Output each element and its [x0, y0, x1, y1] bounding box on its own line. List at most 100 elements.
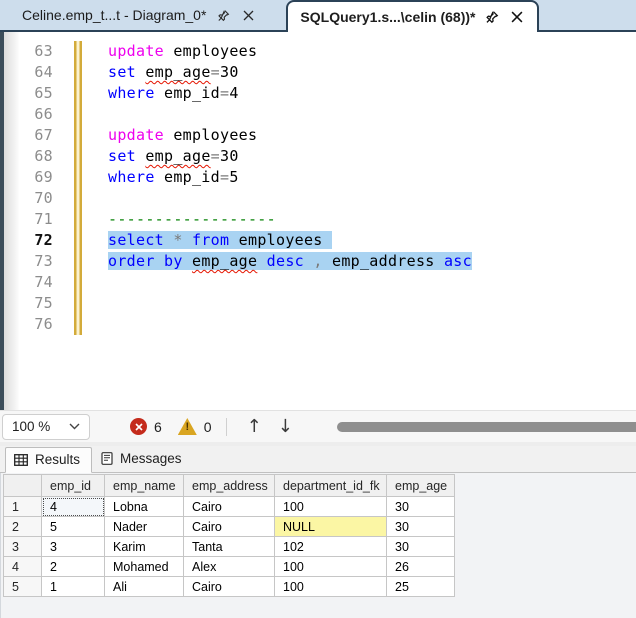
grid-cell[interactable]: 30: [386, 516, 455, 537]
tab-diagram[interactable]: Celine.emp_t...t - Diagram_0*: [10, 0, 268, 30]
grid-cell[interactable]: 1: [41, 576, 105, 597]
grid-row-header[interactable]: 1: [3, 496, 42, 517]
code-area[interactable]: 63 update employees 64 set emp_age=30 65 wher…: [0, 41, 636, 335]
grid-column-header[interactable]: emp_id: [41, 474, 105, 497]
grid-cell[interactable]: Tanta: [183, 536, 275, 557]
code-line[interactable]: 76: [0, 314, 636, 335]
code-line-text: set emp_age=30: [108, 63, 239, 81]
code-line[interactable]: 72 select * from employees: [0, 230, 636, 251]
code-line[interactable]: 67 update employees: [0, 125, 636, 146]
editor-status-toolbar: 100 % 6 ! 0 ↑ ↓: [0, 410, 636, 442]
code-line-text: set emp_age=30: [108, 147, 239, 165]
document-tabstrip: Celine.emp_t...t - Diagram_0* SQLQuery1.…: [0, 0, 636, 32]
code-line[interactable]: 74: [0, 272, 636, 293]
grid-cell[interactable]: Alex: [183, 556, 275, 577]
tab-diagram-title: Celine.emp_t...t - Diagram_0*: [22, 7, 207, 23]
line-number: 69: [34, 168, 53, 186]
warning-indicator[interactable]: ! 0: [177, 418, 212, 435]
grid-cell[interactable]: 26: [386, 556, 455, 577]
tab-messages-label: Messages: [120, 451, 182, 466]
grid-cell[interactable]: 2: [41, 556, 105, 577]
next-arrow-button[interactable]: ↓: [270, 416, 301, 437]
grid-cell[interactable]: NULL: [274, 516, 387, 537]
results-grid: emp_id emp_name emp_address department_id_f…: [3, 474, 455, 597]
grid-column-header[interactable]: emp_name: [104, 474, 184, 497]
code-line[interactable]: 64 set emp_age=30: [0, 62, 636, 83]
close-icon[interactable]: [240, 7, 256, 23]
tab-results[interactable]: Results: [5, 447, 93, 473]
code-line[interactable]: 65 where emp_id=4: [0, 83, 636, 104]
grid-cell[interactable]: 30: [386, 536, 455, 557]
ssms-window: Celine.emp_t...t - Diagram_0* SQLQuery1.…: [0, 0, 636, 618]
grid-row-header[interactable]: 5: [3, 576, 42, 597]
grid-cell[interactable]: Ali: [104, 576, 184, 597]
grid-column-header[interactable]: emp_address: [183, 474, 275, 497]
text-selection: select * from employees: [108, 231, 332, 249]
grid-cell[interactable]: 102: [274, 536, 387, 557]
code-line[interactable]: 75: [0, 293, 636, 314]
grid-cell[interactable]: 3: [41, 536, 105, 557]
grid-cell[interactable]: 100: [274, 496, 387, 517]
code-line-text: select * from employees: [108, 230, 332, 251]
pin-icon[interactable]: [215, 7, 231, 23]
code-line[interactable]: 66: [0, 104, 636, 125]
line-number: 74: [34, 273, 53, 291]
tab-results-label: Results: [35, 452, 81, 467]
grid-cell[interactable]: Cairo: [183, 496, 275, 517]
line-number: 68: [34, 147, 53, 165]
grid-cell[interactable]: Lobna: [104, 496, 184, 517]
grid-column-header[interactable]: department_id_fk: [274, 474, 387, 497]
line-number: 73: [34, 252, 53, 270]
grid-cell[interactable]: 4: [41, 496, 105, 517]
tab-messages[interactable]: Messages: [92, 446, 194, 472]
grid-cell[interactable]: Mohamed: [104, 556, 184, 577]
results-tabstrip: Results Messages: [0, 446, 636, 473]
grid-row: 5 1 Ali Cairo 100 25: [3, 576, 455, 597]
grid-row-header[interactable]: 4: [3, 556, 42, 577]
tab-sqlquery[interactable]: SQLQuery1.s...\celin (68))*: [286, 0, 540, 32]
line-number: 65: [34, 84, 53, 102]
grid-column-header[interactable]: emp_age: [386, 474, 455, 497]
grid-cell[interactable]: Nader: [104, 516, 184, 537]
close-icon[interactable]: [509, 9, 525, 25]
toolbar-separator: [225, 417, 227, 436]
code-line-text: ------------------: [108, 210, 276, 228]
sql-editor[interactable]: 63 update employees 64 set emp_age=30 65 wher…: [0, 32, 636, 410]
code-line[interactable]: 68 set emp_age=30: [0, 146, 636, 167]
grid-row-header[interactable]: 3: [3, 536, 42, 557]
code-line[interactable]: 71 ------------------: [0, 209, 636, 230]
code-line[interactable]: 69 where emp_id=5: [0, 167, 636, 188]
grid-cell[interactable]: 100: [274, 556, 387, 577]
grid-cell[interactable]: 30: [386, 496, 455, 517]
error-indicator[interactable]: 6: [130, 418, 162, 435]
grid-row: 3 3 Karim Tanta 102 30: [3, 536, 455, 557]
zoom-level: 100 %: [12, 419, 51, 434]
code-line-text: update employees: [108, 126, 258, 144]
grid-cell[interactable]: Karim: [104, 536, 184, 557]
grid-cell[interactable]: 25: [386, 576, 455, 597]
code-line-text: where emp_id=5: [108, 168, 239, 186]
line-number: 76: [34, 315, 53, 333]
grid-corner-cell[interactable]: [3, 474, 42, 497]
grid-cell[interactable]: 5: [41, 516, 105, 537]
horizontal-scrollbar-thumb[interactable]: [336, 421, 636, 432]
code-line-text: where emp_id=4: [108, 84, 239, 102]
code-line[interactable]: 73 order by emp_age desc , emp_address as…: [0, 251, 636, 272]
grid-cell[interactable]: 100: [274, 576, 387, 597]
error-icon: [130, 418, 147, 435]
grid-cell[interactable]: Cairo: [183, 576, 275, 597]
previous-arrow-button[interactable]: ↑: [239, 416, 270, 437]
code-line-text: update employees: [108, 42, 258, 60]
line-number: 70: [34, 189, 53, 207]
warning-icon: !: [177, 418, 197, 435]
grid-cell[interactable]: Cairo: [183, 516, 275, 537]
warning-count: 0: [203, 418, 212, 435]
code-line[interactable]: 70: [0, 188, 636, 209]
grid-row-header[interactable]: 2: [3, 516, 42, 537]
pin-icon[interactable]: [484, 9, 500, 25]
code-line[interactable]: 63 update employees: [0, 41, 636, 62]
line-number: 63: [34, 42, 53, 60]
line-number: 71: [34, 210, 53, 228]
line-number: 66: [34, 105, 53, 123]
zoom-dropdown[interactable]: 100 %: [2, 413, 90, 440]
